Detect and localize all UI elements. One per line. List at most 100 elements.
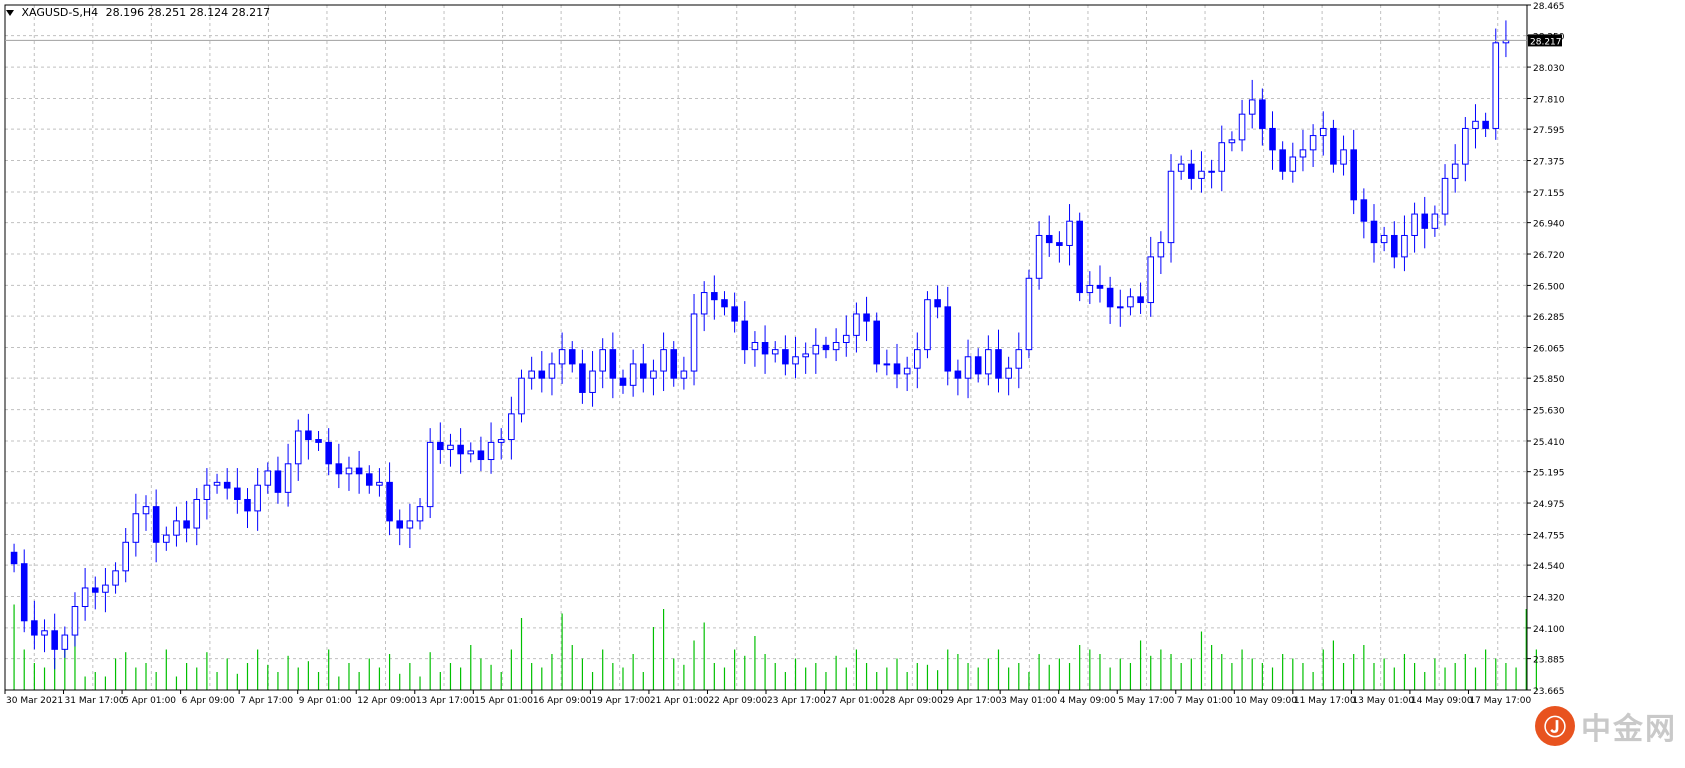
candle-bear: [934, 299, 941, 308]
candle-bull: [1127, 296, 1134, 308]
candle-bull: [1319, 127, 1327, 137]
candle-bull: [61, 634, 69, 650]
x-tick-label: 27 Apr 01:00: [826, 696, 885, 706]
candle-bear: [315, 439, 322, 443]
candle-bull: [71, 606, 79, 636]
candle-bear: [1056, 242, 1063, 246]
candle-bear: [335, 463, 343, 475]
candle-bear: [1421, 213, 1429, 229]
candle-bull: [650, 370, 657, 379]
y-tick-label: 26.065: [1533, 345, 1565, 355]
symbol-label: XAGUSD-S,H4: [21, 6, 99, 19]
candle-bear: [274, 470, 282, 493]
y-tick-label: 27.375: [1533, 158, 1565, 168]
candle-bear: [761, 342, 769, 355]
candle-bear: [1269, 127, 1276, 151]
x-tick-label: 28 Apr 09:00: [884, 696, 943, 706]
candle-bear: [457, 444, 464, 455]
candle-bull: [660, 349, 667, 372]
chart-header[interactable]: XAGUSD-S,H4 28.196 28.251 28.124 28.217: [6, 6, 270, 19]
candle-bear: [365, 473, 373, 486]
volume-bars: [13, 604, 1537, 690]
y-tick-label: 25.195: [1533, 469, 1565, 479]
candles: [10, 20, 1510, 670]
x-tick-label: 7 May 01:00: [1177, 696, 1233, 706]
brand-name: 中金网: [1581, 712, 1677, 747]
y-tick-label: 24.100: [1533, 625, 1565, 635]
candle-bull: [1198, 170, 1205, 179]
candle-bull: [518, 377, 525, 415]
y-tick-label: 26.500: [1533, 282, 1565, 292]
candle-bear: [1045, 234, 1053, 244]
candle-bull: [1147, 256, 1155, 304]
candle-bear: [893, 363, 901, 375]
candle-bull: [1451, 163, 1459, 179]
candle-bull: [1492, 42, 1500, 129]
price-chart[interactable]: 28.46528.25028.03027.81027.59527.37527.1…: [0, 0, 1685, 768]
x-tick-label: 29 Apr 17:00: [943, 696, 1002, 706]
candle-bull: [406, 520, 414, 529]
y-tick-label: 24.755: [1533, 531, 1565, 541]
candle-bull: [1472, 120, 1479, 129]
candle-bear: [31, 620, 38, 636]
candle-bull: [589, 370, 596, 393]
candle-bull: [883, 363, 891, 366]
y-tick-label: 24.320: [1533, 594, 1565, 604]
candle-bear: [731, 306, 738, 322]
y-tick-label: 27.810: [1533, 95, 1565, 105]
x-tick-label: 13 May 01:00: [1352, 696, 1414, 706]
x-tick-label: 9 Apr 01:00: [299, 696, 352, 706]
candle-bear: [974, 356, 982, 375]
candle-bear: [1259, 99, 1266, 129]
candle-bear: [782, 349, 789, 365]
candle-bear: [538, 370, 546, 379]
candle-bull: [1228, 139, 1236, 144]
candle-bull: [1218, 142, 1226, 172]
candle-bull: [112, 570, 119, 586]
x-tick-label: 6 Apr 09:00: [182, 696, 235, 706]
candle-bear: [1137, 296, 1144, 304]
candle-bull: [497, 439, 505, 443]
x-tick-label: 11 May 17:00: [1294, 696, 1356, 706]
candle-bear: [721, 299, 728, 308]
candle-bull: [1116, 306, 1124, 309]
candle-bull: [163, 534, 170, 543]
candle-bear: [234, 487, 241, 500]
candle-bear: [223, 481, 231, 489]
x-tick-label: 13 Apr 17:00: [416, 696, 475, 706]
candle-bull: [558, 349, 566, 365]
candle-bull: [802, 353, 809, 358]
watermark: Ⓙ 中金网: [1535, 704, 1677, 748]
x-tick-label: 19 Apr 17:00: [591, 696, 650, 706]
dropdown-triangle-icon[interactable]: [6, 10, 14, 16]
y-tick-label: 26.285: [1533, 313, 1565, 323]
candle-bull: [294, 430, 302, 465]
candle-bull: [426, 441, 434, 508]
candle-bull: [792, 356, 799, 365]
bottom-scrollbar-strip[interactable]: [0, 752, 1685, 768]
candle-bull: [1157, 242, 1165, 258]
candle-bear: [568, 349, 576, 365]
candle-bull: [376, 481, 383, 486]
x-tick-label: 31 Mar 17:00: [65, 696, 125, 706]
candle-bull: [599, 349, 606, 372]
x-tick-label: 21 Apr 01:00: [650, 696, 709, 706]
y-tick-label: 27.155: [1533, 189, 1565, 199]
candle-bull: [345, 467, 353, 475]
candle-bull: [193, 498, 201, 529]
x-tick-label: 5 May 17:00: [1118, 696, 1174, 706]
y-tick-label: 23.665: [1533, 687, 1565, 697]
candle-bull: [264, 470, 272, 486]
candle-bear: [619, 377, 627, 386]
candle-bull: [122, 541, 130, 572]
x-tick-label: 10 May 09:00: [1235, 696, 1297, 706]
x-tick-label: 14 May 09:00: [1411, 696, 1473, 706]
candle-bull: [284, 463, 292, 493]
candle-bull: [903, 367, 911, 375]
candle-bear: [822, 344, 830, 351]
candle-bear: [1350, 149, 1357, 201]
candle-bull: [1066, 220, 1073, 246]
y-tick-label: 24.540: [1533, 562, 1565, 572]
candle-bull: [1086, 284, 1094, 294]
candle-bear: [954, 370, 962, 379]
